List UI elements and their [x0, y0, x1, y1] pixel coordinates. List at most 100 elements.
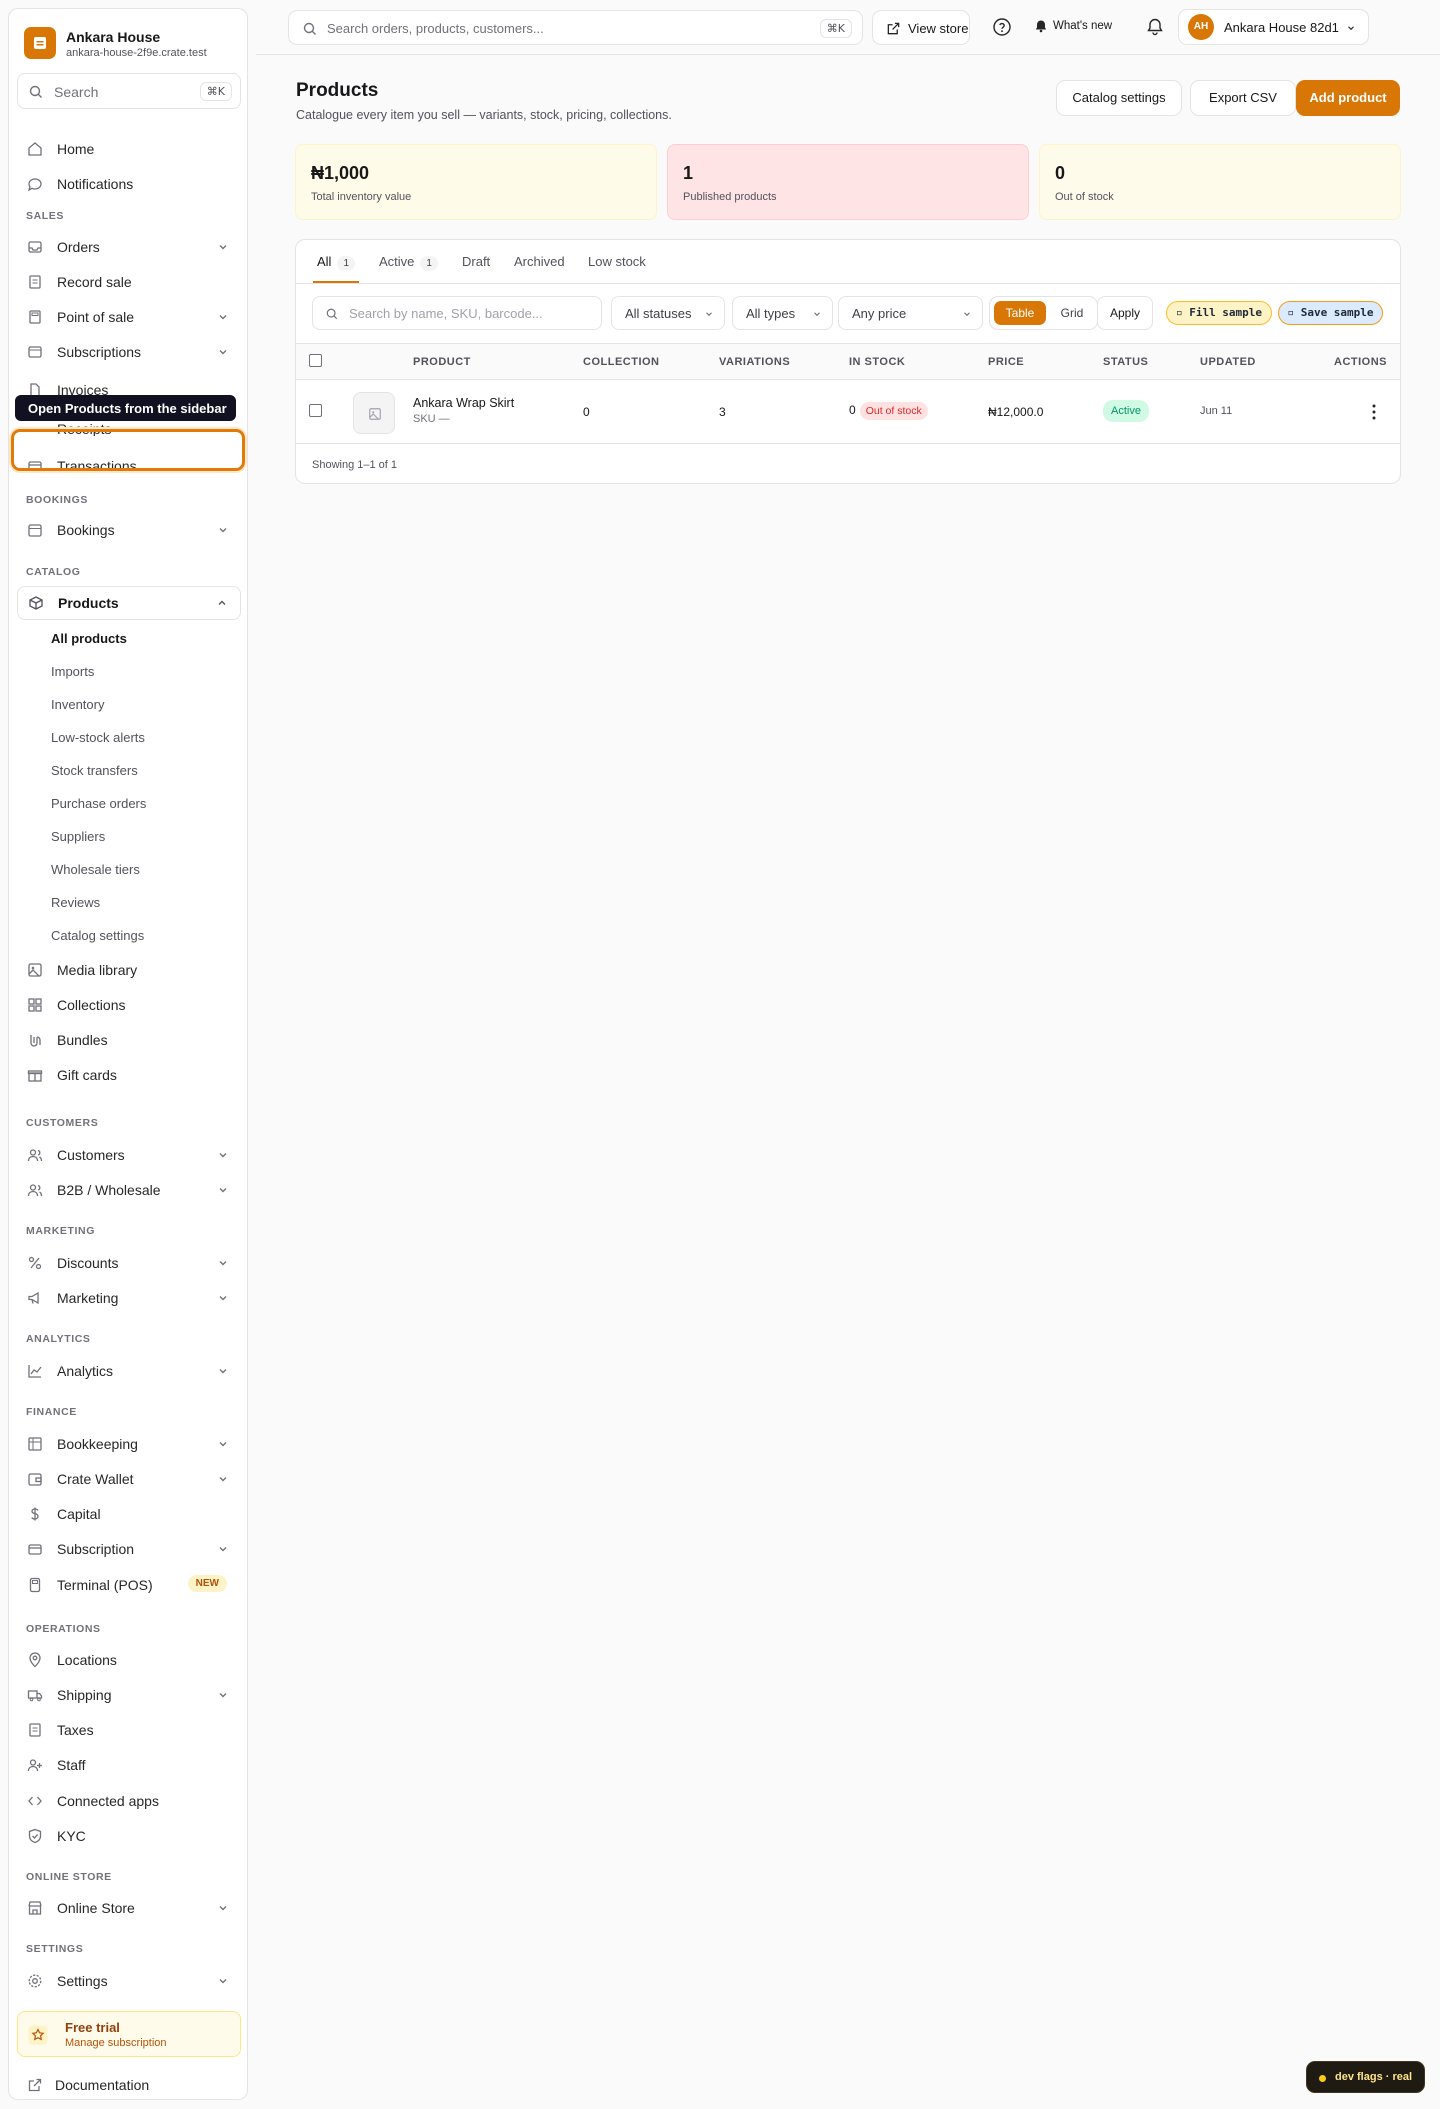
- sidebar-item-taxes[interactable]: Taxes: [17, 1714, 241, 1746]
- receipt-icon: [29, 1723, 41, 1737]
- sidebar-item-record-sale[interactable]: Record sale: [17, 266, 241, 298]
- save-sample-button[interactable]: ▫ Save sample: [1278, 301, 1383, 325]
- gear-icon: [28, 1974, 42, 1988]
- tab-archived[interactable]: Archived: [514, 254, 565, 269]
- sidebar-item-connected-apps[interactable]: Connected apps: [17, 1785, 241, 1817]
- sidebar-item-orders[interactable]: Orders: [17, 231, 241, 263]
- sidebar-item-subscriptions[interactable]: Subscriptions: [17, 336, 241, 368]
- sidebar-item-online-store[interactable]: Online Store: [17, 1892, 241, 1924]
- sidebar-subitem-wholesale-tiers[interactable]: Wholesale tiers: [51, 862, 140, 877]
- image-placeholder-icon: [369, 408, 381, 420]
- section-finance: FINANCE: [26, 1406, 77, 1418]
- sidebar-item-locations[interactable]: Locations: [17, 1644, 241, 1676]
- tab-all[interactable]: All 1: [317, 254, 356, 271]
- view-table-button[interactable]: Table: [994, 301, 1046, 325]
- column-header-status[interactable]: STATUS: [1103, 356, 1148, 368]
- column-header-in-stock[interactable]: IN STOCK: [849, 356, 905, 368]
- sidebar-item-terminal-pos[interactable]: Terminal (POS) NEW: [17, 1569, 241, 1601]
- sidebar-item-settings[interactable]: Settings: [17, 1965, 241, 1997]
- sidebar-subitem-low-stock-alerts[interactable]: Low-stock alerts: [51, 730, 145, 745]
- stat-value: 1: [683, 163, 694, 183]
- manage-subscription-link[interactable]: Manage subscription: [65, 2037, 167, 2049]
- sidebar-item-crate-wallet[interactable]: Crate Wallet: [17, 1463, 241, 1495]
- tab-active[interactable]: Active 1: [379, 254, 438, 271]
- sidebar-item-staff[interactable]: Staff: [17, 1749, 241, 1781]
- sidebar-item-home[interactable]: Home: [17, 133, 241, 165]
- view-store-button[interactable]: View store: [872, 10, 970, 45]
- sidebar-item-products[interactable]: Products: [17, 586, 241, 620]
- sidebar-item-point-of-sale[interactable]: Point of sale: [17, 301, 241, 333]
- inbox-icon: [28, 241, 42, 253]
- fill-sample-button[interactable]: ▫ Fill sample: [1166, 301, 1272, 325]
- add-product-button[interactable]: Add product: [1296, 80, 1400, 116]
- sidebar-item-gift-cards[interactable]: Gift cards: [17, 1059, 241, 1091]
- sidebar-subitem-imports[interactable]: Imports: [51, 664, 94, 679]
- status-select[interactable]: All statuses: [611, 296, 725, 330]
- store-switcher[interactable]: Ankara House ankara-house-2f9e.crate.tes…: [24, 25, 234, 61]
- export-csv-button[interactable]: Export CSV: [1190, 80, 1296, 116]
- sidebar-item-analytics[interactable]: Analytics: [17, 1355, 241, 1387]
- sidebar-item-label: Products: [58, 595, 119, 611]
- sidebar-item-bookings[interactable]: Bookings: [17, 514, 241, 546]
- sidebar-item-discounts[interactable]: Discounts: [17, 1247, 241, 1279]
- sidebar-subitem-suppliers[interactable]: Suppliers: [51, 829, 105, 844]
- sidebar-item-bundles[interactable]: Bundles: [17, 1024, 241, 1056]
- chevron-down-icon: [219, 1369, 227, 1374]
- sidebar-item-collections[interactable]: Collections: [17, 989, 241, 1021]
- whats-new-button[interactable]: What's new: [1034, 17, 1130, 37]
- chevron-down-icon: [219, 528, 227, 533]
- view-grid-button[interactable]: Grid: [1050, 301, 1094, 325]
- account-menu-button[interactable]: AH Ankara House 82d1: [1178, 9, 1369, 45]
- bell-icon[interactable]: [1144, 16, 1166, 38]
- tab-draft[interactable]: Draft: [462, 254, 490, 269]
- sidebar-subitem-catalog-settings[interactable]: Catalog settings: [51, 928, 144, 943]
- sidebar-item-media-library[interactable]: Media library: [17, 954, 241, 986]
- row-checkbox[interactable]: [309, 404, 322, 417]
- sidebar-item-notifications[interactable]: Notifications: [17, 168, 241, 200]
- tab-low-stock[interactable]: Low stock: [588, 254, 646, 269]
- sidebar-item-bookkeeping[interactable]: Bookkeeping: [17, 1428, 241, 1460]
- sidebar-item-shipping[interactable]: Shipping: [17, 1679, 241, 1711]
- sidebar-item-label: Subscription: [57, 1541, 135, 1557]
- sidebar-subitem-purchase-orders[interactable]: Purchase orders: [51, 796, 146, 811]
- bundle-icon: [30, 1035, 41, 1047]
- more-vertical-icon[interactable]: [1366, 402, 1382, 422]
- sidebar-item-label: Bookkeeping: [57, 1436, 138, 1452]
- sidebar-subitem-all-products[interactable]: All products: [51, 631, 127, 646]
- sidebar-item-documentation[interactable]: Documentation: [17, 2069, 241, 2101]
- account-name: Ankara House 82d1: [1224, 20, 1339, 35]
- help-circle-icon[interactable]: [991, 16, 1013, 38]
- sidebar-item-label: Notifications: [57, 176, 134, 192]
- select-all-checkbox[interactable]: [309, 354, 322, 367]
- column-header-product[interactable]: PRODUCT: [413, 356, 471, 368]
- apply-button[interactable]: Apply: [1097, 296, 1153, 330]
- sidebar-subitem-inventory[interactable]: Inventory: [51, 697, 104, 712]
- column-header-updated[interactable]: UPDATED: [1200, 356, 1256, 368]
- sidebar-item-capital[interactable]: Capital: [17, 1498, 241, 1530]
- stat-card-inventory-value: ₦1,000 Total inventory value: [295, 144, 657, 220]
- product-name-link[interactable]: Ankara Wrap Skirt: [413, 396, 514, 410]
- sidebar-item-b2b-wholesale[interactable]: B2B / Wholesale: [17, 1174, 241, 1206]
- table-row[interactable]: Ankara Wrap Skirt SKU — 0 3 0 Out of stoc…: [296, 380, 1400, 444]
- sidebar-subitem-reviews[interactable]: Reviews: [51, 895, 100, 910]
- catalog-settings-button[interactable]: Catalog settings: [1056, 80, 1182, 116]
- type-select[interactable]: All types: [732, 296, 833, 330]
- column-header-collection[interactable]: COLLECTION: [583, 356, 660, 368]
- shield-check-icon: [28, 1828, 42, 1844]
- free-trial-card[interactable]: Free trial Manage subscription: [17, 2011, 241, 2057]
- grid-icon: [28, 998, 42, 1012]
- sidebar-item-customers[interactable]: Customers: [17, 1139, 241, 1171]
- product-search-input[interactable]: Search by name, SKU, barcode...: [312, 296, 602, 330]
- sidebar-item-label: Bundles: [57, 1032, 108, 1048]
- column-header-variations[interactable]: VARIATIONS: [719, 356, 790, 368]
- price-select[interactable]: Any price: [838, 296, 983, 330]
- sidebar-item-label: Terminal (POS): [57, 1577, 153, 1593]
- sidebar-item-subscription[interactable]: Subscription: [17, 1533, 241, 1565]
- sidebar-item-kyc[interactable]: KYC: [17, 1820, 241, 1852]
- global-search-input[interactable]: Search orders, products, customers... ⌘K: [288, 10, 863, 45]
- column-header-price[interactable]: PRICE: [988, 356, 1024, 368]
- dev-flags-button[interactable]: dev flags · real: [1306, 2061, 1425, 2093]
- sidebar-item-marketing[interactable]: Marketing: [17, 1282, 241, 1314]
- sidebar-subitem-stock-transfers[interactable]: Stock transfers: [51, 763, 138, 778]
- sidebar-search[interactable]: Search ⌘K: [17, 73, 241, 109]
